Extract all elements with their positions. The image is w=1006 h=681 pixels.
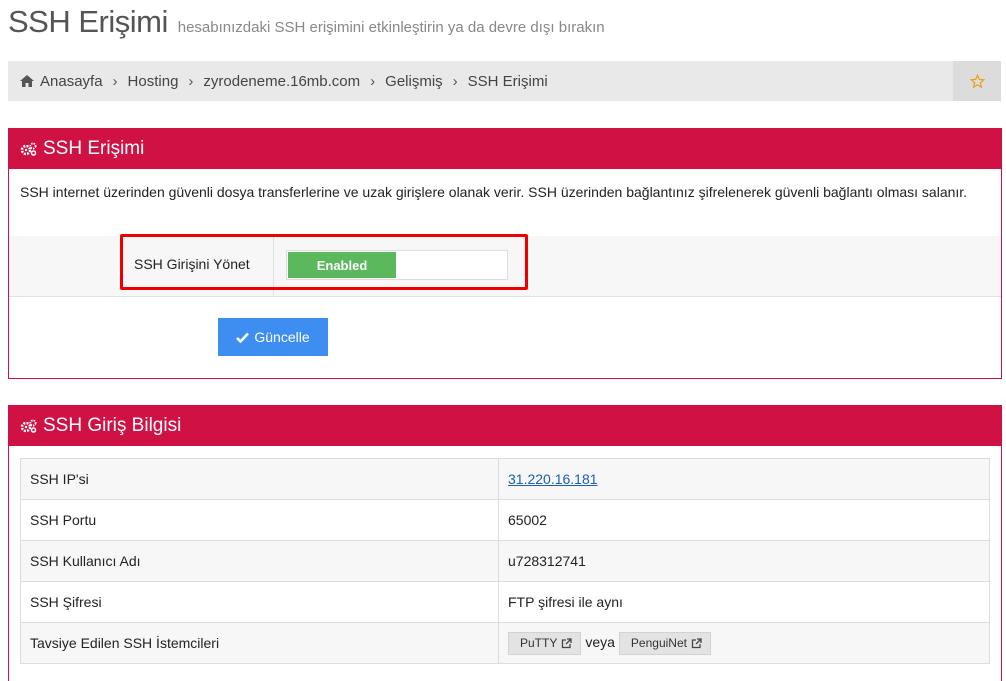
ssh-info-table: SSH IP'si 31.220.16.181 SSH Portu 65002 …: [20, 458, 990, 664]
panel-title: SSH Erişimi: [43, 138, 145, 159]
external-link-icon: [562, 637, 572, 648]
row-label: SSH Portu: [20, 499, 499, 541]
update-button-label: Güncelle: [254, 329, 310, 345]
manage-ssh-row: SSH Girişini Yönet Enabled: [9, 236, 1001, 297]
breadcrumb-item-current: SSH Erişimi: [467, 72, 548, 90]
panel-description: SSH internet üzerinden güvenli dosya tra…: [20, 184, 968, 200]
ssh-access-panel: SSH Erişimi SSH internet üzerinden güven…: [8, 128, 1002, 379]
breadcrumb: Anasayfa › Hosting › zyrodeneme.16mb.com…: [20, 61, 548, 101]
table-row: SSH Kullanıcı Adı u728312741: [20, 540, 990, 582]
table-row: SSH Şifresi FTP şifresi ile aynı: [20, 581, 990, 623]
page-subtitle: hesabınızdaki SSH erişimini etkinleştiri…: [177, 19, 605, 36]
update-button[interactable]: Güncelle: [218, 318, 328, 356]
cogs-icon: [20, 142, 37, 156]
row-label: SSH Şifresi: [20, 581, 499, 623]
breadcrumb-item-domain[interactable]: zyrodeneme.16mb.com: [203, 73, 360, 90]
manage-ssh-label: SSH Girişini Yönet: [134, 256, 250, 272]
clients-separator: veya: [585, 633, 615, 650]
row-label: SSH IP'si: [20, 458, 499, 500]
putty-label: PuTTY: [520, 636, 558, 650]
page-header: SSH Erişimi hesabınızdaki SSH erişimini …: [8, 4, 605, 40]
row-label: Tavsiye Edilen SSH İstemcileri: [20, 622, 499, 664]
putty-button[interactable]: PuTTY: [508, 631, 582, 655]
breadcrumb-separator: ›: [112, 72, 118, 90]
ssh-ip-link[interactable]: 31.220.16.181: [508, 471, 598, 487]
table-row: Tavsiye Edilen SSH İstemcileri PuTTY vey…: [20, 622, 990, 664]
toggle-enabled-state: Enabled: [288, 252, 396, 278]
row-value: PuTTY veya PenguiNet: [498, 622, 990, 664]
row-value: 31.220.16.181: [498, 458, 990, 500]
panel-header: SSH Erişimi: [9, 129, 1001, 169]
favorite-button[interactable]: [953, 61, 1001, 101]
row-value: u728312741: [498, 540, 990, 582]
ssh-toggle[interactable]: Enabled: [286, 250, 508, 280]
cogs-icon: [20, 419, 37, 433]
breadcrumb-item-advanced[interactable]: Gelişmiş: [385, 73, 443, 90]
row-value: 65002: [498, 499, 990, 541]
ssh-info-panel: SSH Giriş Bilgisi SSH IP'si 31.220.16.18…: [8, 405, 1002, 681]
table-row: SSH Portu 65002: [20, 499, 990, 541]
breadcrumb-bar: Anasayfa › Hosting › zyrodeneme.16mb.com…: [8, 61, 1001, 101]
check-icon: [236, 332, 250, 343]
panel-header: SSH Giriş Bilgisi: [9, 406, 1001, 446]
external-link-icon: [691, 637, 702, 648]
divider: [273, 236, 274, 297]
penguinet-label: PenguiNet: [630, 636, 687, 650]
panel-title: SSH Giriş Bilgisi: [43, 415, 182, 436]
breadcrumb-separator: ›: [188, 72, 194, 90]
home-icon: [20, 75, 34, 87]
page-title: SSH Erişimi: [8, 4, 168, 39]
row-label: SSH Kullanıcı Adı: [20, 540, 499, 582]
table-row: SSH IP'si 31.220.16.181: [20, 458, 990, 500]
breadcrumb-item-hosting[interactable]: Hosting: [128, 73, 179, 90]
row-value: FTP şifresi ile aynı: [498, 581, 990, 623]
penguinet-button[interactable]: PenguiNet: [618, 631, 711, 655]
breadcrumb-item-home[interactable]: Anasayfa: [40, 73, 103, 90]
star-icon: [969, 73, 985, 88]
breadcrumb-separator: ›: [452, 72, 458, 90]
breadcrumb-separator: ›: [370, 72, 376, 90]
